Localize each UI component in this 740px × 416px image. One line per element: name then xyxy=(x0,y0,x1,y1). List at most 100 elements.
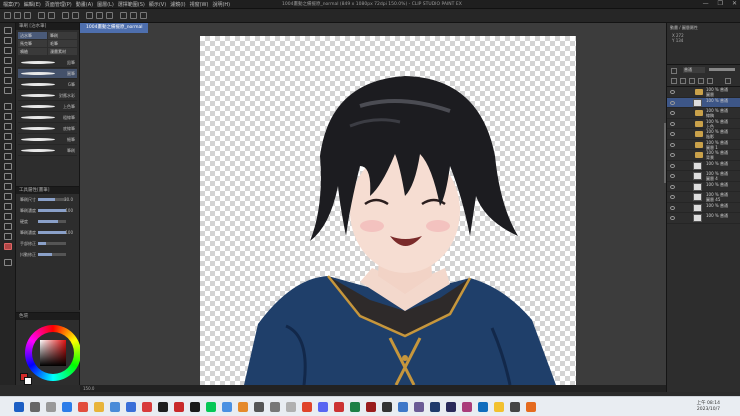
correction-tool-icon[interactable] xyxy=(4,243,12,250)
blend-mode-select[interactable]: 普通 xyxy=(683,67,705,73)
property-slider[interactable] xyxy=(38,220,66,223)
property-row[interactable]: 筆刷濃度 100 xyxy=(16,205,79,216)
maximize-button[interactable]: ❐ xyxy=(718,0,723,7)
menu-animation[interactable]: 動畫(A) xyxy=(76,1,93,8)
eye-icon[interactable] xyxy=(670,111,675,115)
main-color-swatch[interactable] xyxy=(4,259,12,266)
hue-ring[interactable] xyxy=(25,325,81,381)
steam-icon[interactable] xyxy=(158,402,168,412)
eye-icon[interactable] xyxy=(670,195,675,199)
ruler-icon[interactable] xyxy=(140,12,147,19)
property-value[interactable]: 100 xyxy=(65,227,73,238)
photos-icon[interactable] xyxy=(222,402,232,412)
layer-row[interactable]: 100 % 普通 圖層 4 xyxy=(667,171,740,182)
brush-item[interactable]: G筆 xyxy=(18,80,77,90)
close-button[interactable]: ✕ xyxy=(732,0,737,7)
brush-item[interactable]: 筆刷 xyxy=(18,146,77,156)
firefox-icon[interactable] xyxy=(238,402,248,412)
clear-icon[interactable] xyxy=(62,12,69,19)
lasso-tool-icon[interactable] xyxy=(4,77,12,84)
obs-icon[interactable] xyxy=(510,402,520,412)
ruler-tool-icon[interactable] xyxy=(4,213,12,220)
selection-tool-icon[interactable] xyxy=(4,67,12,74)
premiere-icon[interactable] xyxy=(414,402,424,412)
text-tool-icon[interactable] xyxy=(4,223,12,230)
zoom-tool-icon[interactable] xyxy=(4,27,12,34)
transform-icon[interactable] xyxy=(86,12,93,19)
brush-item[interactable]: 粗線筆 xyxy=(18,113,77,123)
menu-view[interactable]: 顯示(V) xyxy=(149,1,166,8)
eyedropper-tool-icon[interactable] xyxy=(4,87,12,94)
brush-item[interactable]: 上色筆 xyxy=(18,102,77,112)
select-all-icon[interactable] xyxy=(106,12,113,19)
store-icon[interactable] xyxy=(110,402,120,412)
layer-row[interactable]: 100 % 普通 圖層 1 xyxy=(667,140,740,150)
brush-tool-icon[interactable] xyxy=(4,123,12,130)
eye-icon[interactable] xyxy=(670,163,675,168)
drawing-canvas[interactable] xyxy=(200,36,576,385)
balloon-tool-icon[interactable] xyxy=(4,233,12,240)
eye-icon[interactable] xyxy=(670,121,675,126)
saturation-value-square[interactable] xyxy=(40,340,66,366)
notepad-icon[interactable] xyxy=(286,402,296,412)
eye-icon[interactable] xyxy=(670,142,675,147)
eye-icon[interactable] xyxy=(670,90,675,94)
menu-select[interactable]: 選擇範圍(S) xyxy=(118,1,145,8)
photoshop-icon[interactable] xyxy=(430,402,440,412)
document-tab[interactable]: 1004畫動之備援原_normal xyxy=(80,23,149,33)
eraser-tool-icon[interactable] xyxy=(4,153,12,160)
save-icon[interactable] xyxy=(24,12,31,19)
discord-icon[interactable] xyxy=(318,402,328,412)
brush-item[interactable]: 底線筆 xyxy=(18,124,77,134)
terminal-icon[interactable] xyxy=(190,402,200,412)
operation-tool-icon[interactable] xyxy=(4,47,12,54)
property-row[interactable]: 筆刷尺寸 30.0 xyxy=(16,194,79,205)
after-effects-icon[interactable] xyxy=(446,402,456,412)
sub-color-swatch[interactable] xyxy=(24,377,32,385)
eye-icon[interactable] xyxy=(670,205,675,210)
mail-icon[interactable] xyxy=(126,402,136,412)
vscode-icon[interactable] xyxy=(478,402,488,412)
layer-row[interactable]: 100 % 普通 xyxy=(667,213,740,224)
settings-icon[interactable] xyxy=(254,402,264,412)
calculator-icon[interactable] xyxy=(270,402,280,412)
menu-filter[interactable]: 濾鏡(I) xyxy=(170,1,185,8)
airbrush-tool-icon[interactable] xyxy=(4,133,12,140)
menu-window[interactable]: 視窗(W) xyxy=(190,1,209,8)
move-tool-icon[interactable] xyxy=(4,37,12,44)
new-layer-icon[interactable] xyxy=(671,78,677,84)
property-row[interactable]: 硬度 xyxy=(16,216,79,227)
open-file-icon[interactable] xyxy=(14,12,21,19)
property-value[interactable]: 100 xyxy=(65,205,73,216)
mask-icon[interactable] xyxy=(689,78,695,84)
decoration-tool-icon[interactable] xyxy=(4,143,12,150)
layer-row[interactable]: 100 % 普通 xyxy=(667,182,740,192)
blender-icon[interactable] xyxy=(526,402,536,412)
excel-icon[interactable] xyxy=(350,402,360,412)
redo-icon[interactable] xyxy=(48,12,55,19)
layer-row[interactable]: 100 % 普通 上色 xyxy=(667,119,740,129)
property-row[interactable]: 抖動修正 xyxy=(16,249,79,260)
property-row[interactable]: 筆刷濃度 100 xyxy=(16,227,79,238)
youtube-icon[interactable] xyxy=(142,402,152,412)
acrobat-icon[interactable] xyxy=(334,402,344,412)
delete-layer-icon[interactable] xyxy=(725,78,731,84)
crop-icon[interactable] xyxy=(120,12,127,19)
brave-icon[interactable] xyxy=(302,402,312,412)
new-file-icon[interactable] xyxy=(4,12,11,19)
property-slider[interactable] xyxy=(38,253,66,256)
file-explorer-icon[interactable] xyxy=(94,402,104,412)
new-folder-icon[interactable] xyxy=(680,78,686,84)
eye-icon[interactable] xyxy=(670,184,675,189)
menu-page[interactable]: 頁面管理(P) xyxy=(45,1,72,8)
task-view-icon[interactable] xyxy=(46,402,56,412)
layer-menu-icon[interactable] xyxy=(671,68,677,74)
layer-row[interactable]: 100 % 普通 xyxy=(667,161,740,171)
media-player-icon[interactable] xyxy=(366,402,376,412)
chrome-icon[interactable] xyxy=(78,402,88,412)
fill-tool-icon[interactable] xyxy=(4,173,12,180)
brush-item[interactable]: 細筆 xyxy=(18,135,77,145)
layer-row[interactable]: 100 % 普通 背景 xyxy=(667,150,740,161)
camera-icon[interactable] xyxy=(382,402,392,412)
pencil-tool-icon[interactable] xyxy=(4,113,12,120)
